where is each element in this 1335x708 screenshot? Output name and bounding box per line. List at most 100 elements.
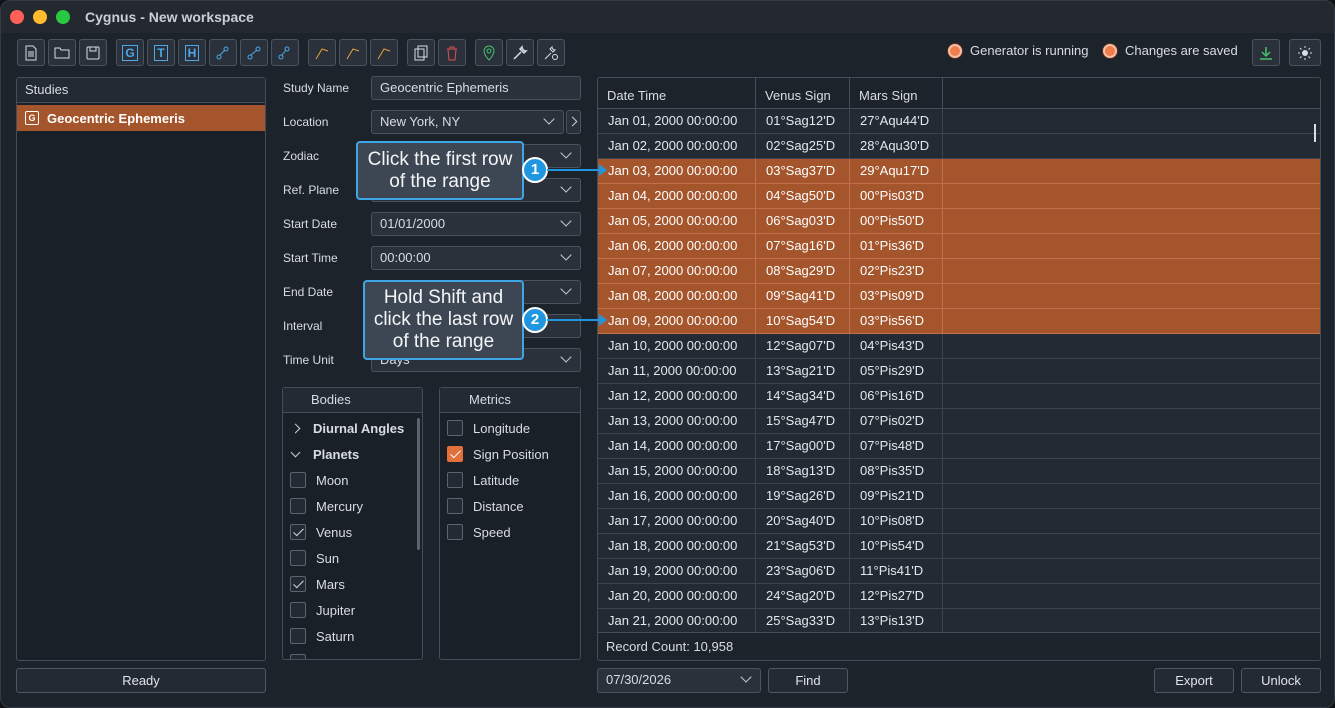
checkbox[interactable] — [290, 628, 306, 644]
location-select[interactable]: New York, NY — [371, 110, 564, 134]
metric-item-sign-position[interactable]: Sign Position — [440, 441, 580, 467]
column-header-mars-sign[interactable]: Mars Sign — [850, 78, 943, 108]
table-row[interactable]: Jan 16, 2000 00:00:00 19°Sag26'D 09°Pis21'… — [598, 484, 1320, 509]
metric-item-distance[interactable]: Distance — [440, 493, 580, 519]
cell-mars-sign: 11°Pis41'D — [850, 559, 943, 583]
theme-toggle-button[interactable] — [1289, 39, 1321, 66]
table-row[interactable]: Jan 17, 2000 00:00:00 20°Sag40'D 10°Pis08'… — [598, 509, 1320, 534]
studies-panel-title: Studies — [17, 78, 265, 103]
body-item-sun[interactable]: Sun — [283, 545, 422, 571]
checkbox[interactable] — [447, 498, 463, 514]
metric-item-longitude[interactable]: Longitude — [440, 415, 580, 441]
cell-empty — [943, 234, 1320, 258]
table-scrollbar[interactable] — [1314, 124, 1316, 142]
cell-venus-sign: 03°Sag37'D — [756, 159, 850, 183]
heliocentric-study-button[interactable]: H — [178, 39, 206, 66]
unlock-button[interactable]: Unlock — [1241, 668, 1321, 693]
body-item-saturn[interactable]: Saturn — [283, 623, 422, 649]
table-row[interactable]: Jan 10, 2000 00:00:00 12°Sag07'D 04°Pis43'… — [598, 334, 1320, 359]
delete-button[interactable] — [438, 39, 466, 66]
open-folder-button[interactable] — [48, 39, 76, 66]
location-picker-button[interactable] — [566, 110, 581, 134]
body-item-jupiter[interactable]: Jupiter — [283, 597, 422, 623]
add-geo-chart-button[interactable] — [209, 39, 237, 66]
checkbox[interactable] — [290, 524, 306, 540]
metric-item-latitude[interactable]: Latitude — [440, 467, 580, 493]
interval-label: Interval — [283, 319, 323, 333]
body-item-mercury[interactable]: Mercury — [283, 493, 422, 519]
table-row[interactable]: Jan 04, 2000 00:00:00 04°Sag50'D 00°Pis03'… — [598, 184, 1320, 209]
cell-mars-sign: 04°Pis43'D — [850, 334, 943, 358]
checkbox[interactable] — [290, 654, 306, 659]
geocentric-study-button[interactable]: G — [116, 39, 144, 66]
group-diurnal-angles[interactable]: Diurnal Angles — [283, 415, 422, 441]
close-window-button[interactable] — [10, 10, 24, 24]
checkbox[interactable] — [447, 472, 463, 488]
download-button[interactable] — [1252, 39, 1280, 66]
table-row[interactable]: Jan 06, 2000 00:00:00 07°Sag16'D 01°Pis36'… — [598, 234, 1320, 259]
new-file-button[interactable] — [17, 39, 45, 66]
cell-mars-sign: 10°Pis08'D — [850, 509, 943, 533]
table-row[interactable]: Jan 05, 2000 00:00:00 06°Sag03'D 00°Pis50'… — [598, 209, 1320, 234]
bodies-scrollbar[interactable] — [417, 418, 420, 550]
checkbox[interactable] — [290, 576, 306, 592]
maximize-window-button[interactable] — [56, 10, 70, 24]
body-item-moon[interactable]: Moon — [283, 467, 422, 493]
location-pin-button[interactable] — [475, 39, 503, 66]
study-item-geocentric-ephemeris[interactable]: G Geocentric Ephemeris — [17, 105, 265, 131]
find-date-select[interactable]: 07/30/2026 — [597, 668, 761, 693]
cell-date-time: Jan 11, 2000 00:00:00 — [598, 359, 756, 383]
cell-venus-sign: 02°Sag25'D — [756, 134, 850, 158]
column-header-venus-sign[interactable]: Venus Sign — [756, 78, 850, 108]
topocentric-study-button[interactable]: T — [147, 39, 175, 66]
table-row[interactable]: Jan 09, 2000 00:00:00 10°Sag54'D 03°Pis56'… — [598, 309, 1320, 334]
table-row[interactable]: Jan 02, 2000 00:00:00 02°Sag25'D 28°Aqu30'… — [598, 134, 1320, 159]
add-helio-chart-button[interactable] — [271, 39, 299, 66]
cell-date-time: Jan 02, 2000 00:00:00 — [598, 134, 756, 158]
checkbox[interactable] — [447, 420, 463, 436]
column-header-date-time[interactable]: Date Time — [598, 78, 756, 108]
wrench-button[interactable] — [506, 39, 534, 66]
study-name-input[interactable]: Geocentric Ephemeris — [371, 76, 581, 100]
add-topo-chart-button[interactable] — [240, 39, 268, 66]
status-ready-button[interactable]: Ready — [16, 668, 266, 693]
column-header-empty — [943, 78, 1320, 108]
table-row[interactable]: Jan 11, 2000 00:00:00 13°Sag21'D 05°Pis29'… — [598, 359, 1320, 384]
start-date-select[interactable]: 01/01/2000 — [371, 212, 581, 236]
table-row[interactable]: Jan 12, 2000 00:00:00 14°Sag34'D 06°Pis16'… — [598, 384, 1320, 409]
checkbox[interactable] — [290, 472, 306, 488]
duplicate-button[interactable] — [407, 39, 435, 66]
table-row[interactable]: Jan 08, 2000 00:00:00 09°Sag41'D 03°Pis09'… — [598, 284, 1320, 309]
table-row[interactable]: Jan 03, 2000 00:00:00 03°Sag37'D 29°Aqu17'… — [598, 159, 1320, 184]
add-helio-aspect-button[interactable] — [370, 39, 398, 66]
add-topo-aspect-button[interactable] — [339, 39, 367, 66]
table-row[interactable]: Jan 15, 2000 00:00:00 18°Sag13'D 08°Pis35'… — [598, 459, 1320, 484]
metric-item-speed[interactable]: Speed — [440, 519, 580, 545]
end-date-label: End Date — [283, 285, 334, 299]
save-button[interactable] — [79, 39, 107, 66]
table-row[interactable]: Jan 18, 2000 00:00:00 21°Sag53'D 10°Pis54'… — [598, 534, 1320, 559]
table-row[interactable]: Jan 14, 2000 00:00:00 17°Sag00'D 07°Pis48'… — [598, 434, 1320, 459]
add-geo-aspect-button[interactable] — [308, 39, 336, 66]
export-button[interactable]: Export — [1154, 668, 1234, 693]
checkbox[interactable] — [290, 498, 306, 514]
start-time-select[interactable]: 00:00:00 — [371, 246, 581, 270]
table-row[interactable]: Jan 20, 2000 00:00:00 24°Sag20'D 12°Pis27'… — [598, 584, 1320, 609]
body-item-mars[interactable]: Mars — [283, 571, 422, 597]
checkbox[interactable] — [290, 602, 306, 618]
table-row[interactable]: Jan 07, 2000 00:00:00 08°Sag29'D 02°Pis23'… — [598, 259, 1320, 284]
table-row[interactable]: Jan 21, 2000 00:00:00 25°Sag33'D 13°Pis13'… — [598, 609, 1320, 634]
cell-date-time: Jan 15, 2000 00:00:00 — [598, 459, 756, 483]
settings-button[interactable] — [537, 39, 565, 66]
table-row[interactable]: Jan 01, 2000 00:00:00 01°Sag12'D 27°Aqu44'… — [598, 109, 1320, 134]
table-row[interactable]: Jan 13, 2000 00:00:00 15°Sag47'D 07°Pis02'… — [598, 409, 1320, 434]
body-item-venus[interactable]: Venus — [283, 519, 422, 545]
body-item-partial[interactable] — [283, 649, 422, 659]
checkbox[interactable] — [290, 550, 306, 566]
checkbox[interactable] — [447, 446, 463, 462]
find-button[interactable]: Find — [768, 668, 848, 693]
checkbox[interactable] — [447, 524, 463, 540]
table-row[interactable]: Jan 19, 2000 00:00:00 23°Sag06'D 11°Pis41'… — [598, 559, 1320, 584]
group-planets[interactable]: Planets — [283, 441, 422, 467]
minimize-window-button[interactable] — [33, 10, 47, 24]
